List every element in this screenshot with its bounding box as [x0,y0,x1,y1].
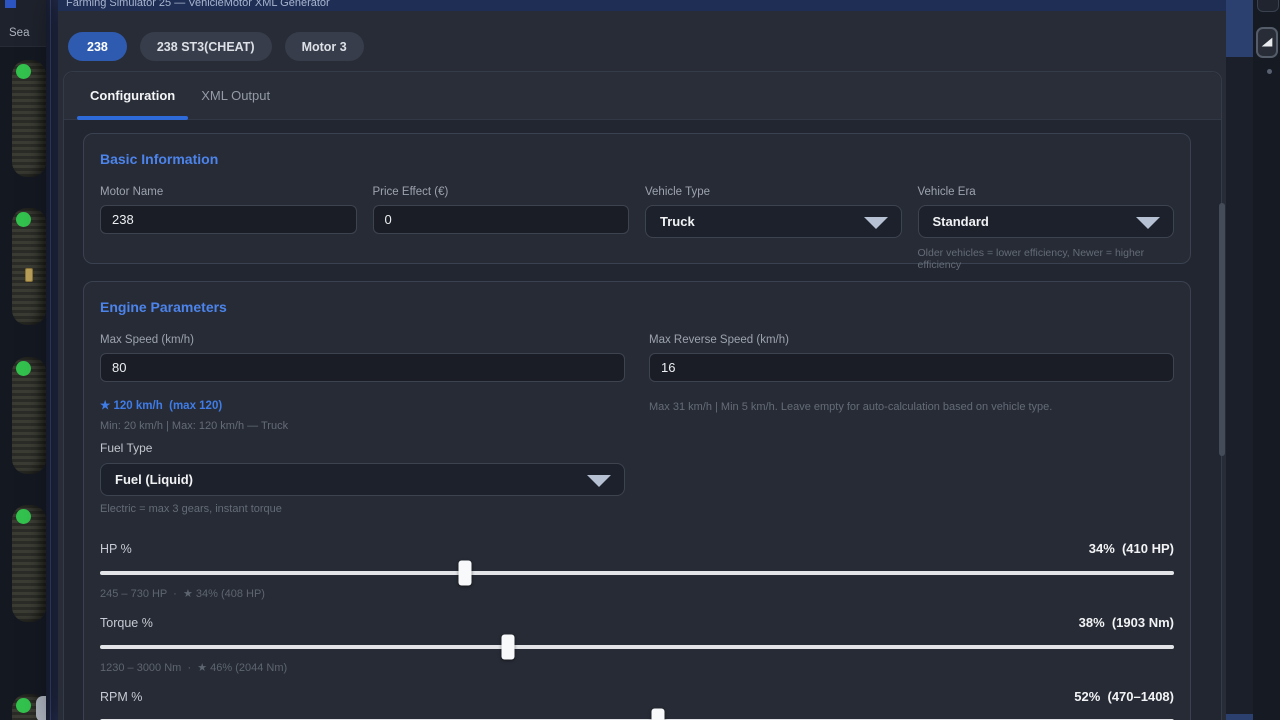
max-speed-input[interactable] [100,353,625,382]
motor-pill-label: 238 [87,40,108,54]
vehicle-type-field-group: Vehicle Type Truck [645,186,902,271]
max-reverse-speed-input[interactable] [649,353,1174,382]
background-dot [1267,69,1272,74]
vehicle-type-select[interactable]: Truck [645,205,902,238]
vehiclemotor-dialog: Farming Simulator 25 — VehicleMotor XML … [58,0,1226,720]
rpm-slider-row: RPM % 52% (470–1408) 550 – 2200 RPM · ★ … [100,689,1174,720]
rpm-slider-label: RPM % [100,690,142,704]
background-app-right [1253,0,1280,720]
window-scrollbar-bottom-cap[interactable] [1226,714,1253,720]
motor-pill-label: 238 ST3(CHEAT) [157,40,255,54]
max-speed-label: Max Speed (km/h) [100,334,625,346]
vehicle-era-select[interactable]: Standard [918,205,1175,238]
search-label: Sea [9,27,29,39]
hp-slider-label: HP % [100,542,132,556]
vehicle-era-hint: Older vehicles = lower efficiency, Newer… [918,247,1175,271]
max-speed-range-hint: Min: 20 km/h | Max: 120 km/h — Truck [100,420,625,432]
vehicle-type-label: Vehicle Type [645,186,902,198]
motor-pill-motor-3[interactable]: Motor 3 [285,32,364,61]
motor-name-field-group: Motor Name [100,186,357,271]
motor-pill-238[interactable]: 238 [68,32,127,61]
tab-label: Configuration [90,88,175,103]
screen: Sea Farming Simulator 25 — VehicleMotor … [0,0,1280,720]
vehicle-thumb-icon [25,268,33,282]
chevron-down-icon [864,217,888,229]
dialog-body: Configuration XML Output Basic Informati… [63,71,1222,720]
max-reverse-speed-hint: Max 31 km/h | Min 5 km/h. Leave empty fo… [649,401,1174,413]
section-title: Basic Information [100,151,1174,167]
vehicle-era-label: Vehicle Era [918,186,1175,198]
section-title: Engine Parameters [100,299,1174,315]
vehicle-type-value: Truck [660,214,695,229]
basic-information-card: Basic Information Motor Name Price Effec… [83,133,1191,264]
max-reverse-speed-column: Max Reverse Speed (km/h) Max 31 km/h | M… [649,334,1174,515]
torque-slider-track[interactable] [100,645,1174,649]
max-speed-column: Max Speed (km/h) ★ 120 km/h (max 120) Mi… [100,334,625,515]
cursor-arrow-icon [1259,35,1275,51]
dialog-title: Farming Simulator 25 — VehicleMotor XML … [66,0,1226,10]
chevron-down-icon [587,475,611,487]
max-speed-starred-hint: ★ 120 km/h (max 120) [100,398,625,412]
hp-slider-hint: 245 – 730 HP · ★ 34% (408 HP) [100,587,1174,600]
motor-name-label: Motor Name [100,186,357,198]
torque-slider-hint: 1230 – 3000 Nm · ★ 46% (2044 Nm) [100,661,1174,674]
vehicle-era-field-group: Vehicle Era Standard Older vehicles = lo… [918,186,1175,271]
hp-slider-thumb[interactable] [459,561,472,586]
background-app-left: Sea [0,0,58,720]
price-effect-input[interactable] [373,205,630,234]
tab-label: XML Output [201,88,270,103]
vehicle-tile[interactable] [12,208,46,325]
fuel-type-label: Fuel Type [100,441,625,455]
vehicle-tile[interactable] [12,505,46,622]
status-dot [16,64,31,79]
tab-xml-output[interactable]: XML Output [188,72,283,119]
configuration-panel: Basic Information Motor Name Price Effec… [64,120,1221,720]
torque-slider-row: Torque % 38% (1903 Nm) 1230 – 3000 Nm · … [100,615,1174,674]
dialog-scrollbar-thumb[interactable] [1219,203,1225,456]
torque-slider-label: Torque % [100,616,153,630]
window-scrollbar[interactable] [1226,0,1253,720]
motor-pill-label: Motor 3 [302,40,347,54]
hp-slider-row: HP % 34% (410 HP) 245 – 730 HP · ★ 34% (… [100,541,1174,600]
window-scrollbar-thumb[interactable] [1226,0,1253,57]
price-effect-label: Price Effect (€) [373,186,630,198]
motor-name-input[interactable] [100,205,357,234]
price-effect-field-group: Price Effect (€) [373,186,630,271]
motor-pills: 238 238 ST3(CHEAT) Motor 3 [68,32,364,61]
sliders-section: HP % 34% (410 HP) 245 – 730 HP · ★ 34% (… [100,541,1174,720]
background-active-tab-indicator [5,0,16,8]
dialog-edge-glow [46,0,58,720]
status-dot [16,361,31,376]
chevron-down-icon [1136,217,1160,229]
tab-configuration[interactable]: Configuration [77,72,188,119]
background-button-fragment [1257,0,1279,12]
vehicle-era-value: Standard [933,214,989,229]
engine-parameters-card: Engine Parameters Max Speed (km/h) ★ 120… [83,281,1191,720]
status-dot [16,509,31,524]
torque-slider-value: 38% (1903 Nm) [1079,615,1174,630]
rpm-slider-value: 52% (470–1408) [1074,689,1174,704]
hp-slider-track[interactable] [100,571,1174,575]
fuel-type-select[interactable]: Fuel (Liquid) [100,463,625,496]
status-dot [16,698,31,713]
vehicle-tile[interactable] [12,357,46,474]
motor-pill-238-st3-cheat[interactable]: 238 ST3(CHEAT) [140,32,272,61]
view-tabbar: Configuration XML Output [64,72,1221,120]
max-reverse-speed-label: Max Reverse Speed (km/h) [649,334,1174,346]
vehicle-tile[interactable] [12,60,46,177]
rpm-slider-thumb[interactable] [652,709,665,720]
torque-slider-thumb[interactable] [502,635,515,660]
hp-slider-value: 34% (410 HP) [1089,541,1174,556]
cursor-button[interactable] [1256,27,1278,58]
dialog-titlebar[interactable]: Farming Simulator 25 — VehicleMotor XML … [58,0,1226,11]
fuel-type-hint: Electric = max 3 gears, instant torque [100,503,625,515]
fuel-type-value: Fuel (Liquid) [115,472,193,487]
status-dot [16,212,31,227]
